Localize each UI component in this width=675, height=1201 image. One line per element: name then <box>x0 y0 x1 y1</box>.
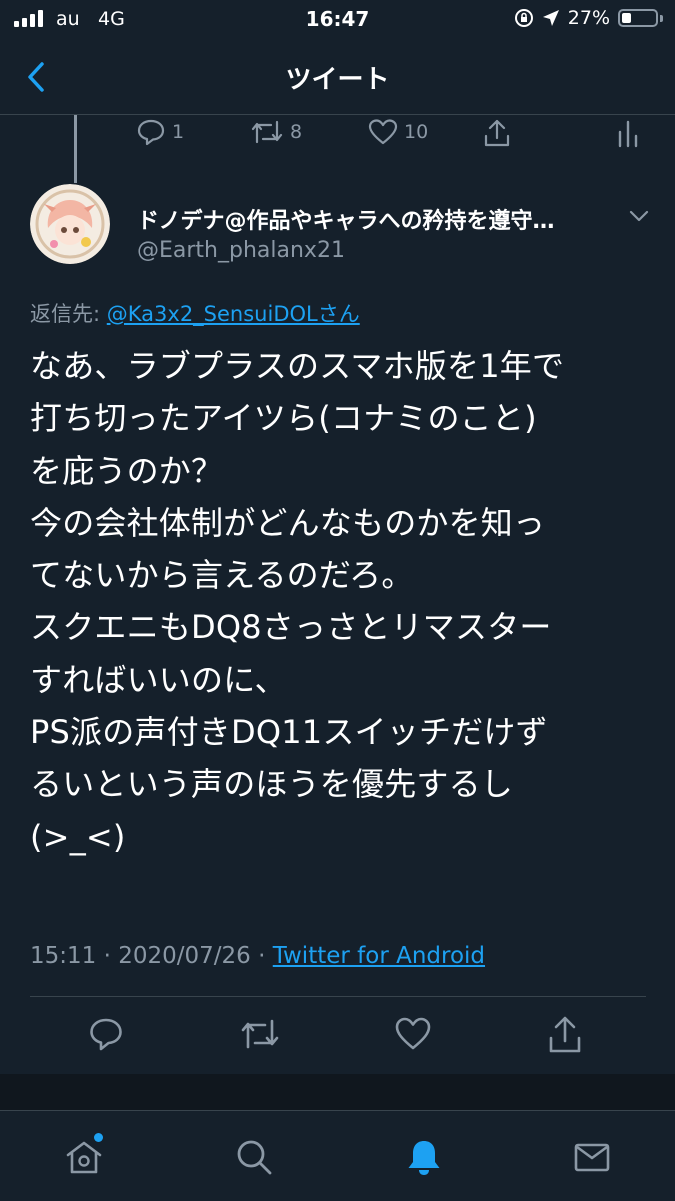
meta-separator: · <box>96 943 119 969</box>
bottom-tab-bar <box>0 1110 675 1201</box>
bell-icon <box>408 1141 440 1175</box>
home-icon <box>66 1141 102 1174</box>
search-icon <box>237 1140 272 1175</box>
header-divider <box>0 114 675 115</box>
tweet-text: なあ、ラブプラスのスマホ版を1年で 打ち切ったアイツら(コナミのこと) を庇うの… <box>30 347 565 856</box>
section-gap <box>0 1074 675 1110</box>
status-bar: au 4G 16:47 27% <box>0 0 675 40</box>
actions-divider <box>30 996 646 997</box>
share-icon[interactable] <box>547 1014 583 1054</box>
user-handle[interactable]: @Earth_phalanx21 <box>137 238 345 263</box>
tweet-time: 15:11 <box>30 943 97 969</box>
tweet-date: 2020/07/26 <box>118 943 251 969</box>
meta-separator: · <box>250 943 273 969</box>
rotation-lock-icon <box>514 9 533 27</box>
prev-share-button[interactable] <box>482 118 512 148</box>
status-right: 27% <box>514 7 663 29</box>
previous-tweet-actions: 1 8 10 <box>136 118 656 150</box>
avatar-image <box>30 184 110 264</box>
location-icon <box>542 10 559 26</box>
prev-like-count: 10 <box>404 121 429 143</box>
battery-percent: 27% <box>567 7 610 29</box>
prev-retweet-count: 8 <box>290 121 303 143</box>
battery-icon <box>618 9 658 27</box>
reply-mention-link[interactable]: @Ka3x2_SensuiDOLさん <box>107 302 360 326</box>
retweet-icon[interactable] <box>240 1016 280 1052</box>
battery-tip <box>660 14 663 22</box>
tweet-meta: 15:11 · 2020/07/26 · Twitter for Android <box>30 943 485 969</box>
prev-retweet-button[interactable]: 8 <box>250 118 302 146</box>
chevron-down-icon[interactable] <box>627 208 651 224</box>
display-name[interactable]: ドノデナ@作品やキャラへの矜持を遵守… <box>137 203 625 235</box>
prev-analytics-button[interactable] <box>616 118 640 148</box>
prev-like-button[interactable]: 10 <box>368 118 428 146</box>
tab-notifications[interactable] <box>404 1137 444 1181</box>
home-notification-dot <box>94 1133 103 1142</box>
prev-reply-count: 1 <box>172 121 185 143</box>
prev-reply-button[interactable]: 1 <box>136 118 184 146</box>
tab-messages[interactable] <box>572 1137 612 1181</box>
analytics-icon <box>618 120 638 148</box>
heart-icon[interactable] <box>394 1016 432 1052</box>
thread-connector <box>74 115 77 183</box>
heart-icon <box>368 119 398 145</box>
reply-icon <box>137 119 165 146</box>
retweet-icon <box>251 120 283 144</box>
reply-prefix: 返信先: <box>30 302 107 326</box>
share-icon <box>484 119 510 147</box>
avatar[interactable] <box>30 184 110 264</box>
page-title: ツイート <box>285 65 390 95</box>
tweet-source-link[interactable]: Twitter for Android <box>273 943 485 969</box>
tab-search[interactable] <box>234 1137 274 1181</box>
reply-icon[interactable] <box>88 1016 124 1052</box>
reply-context: 返信先: @Ka3x2_SensuiDOLさん <box>30 298 360 328</box>
tab-home[interactable] <box>64 1133 104 1181</box>
mail-icon <box>574 1143 610 1172</box>
